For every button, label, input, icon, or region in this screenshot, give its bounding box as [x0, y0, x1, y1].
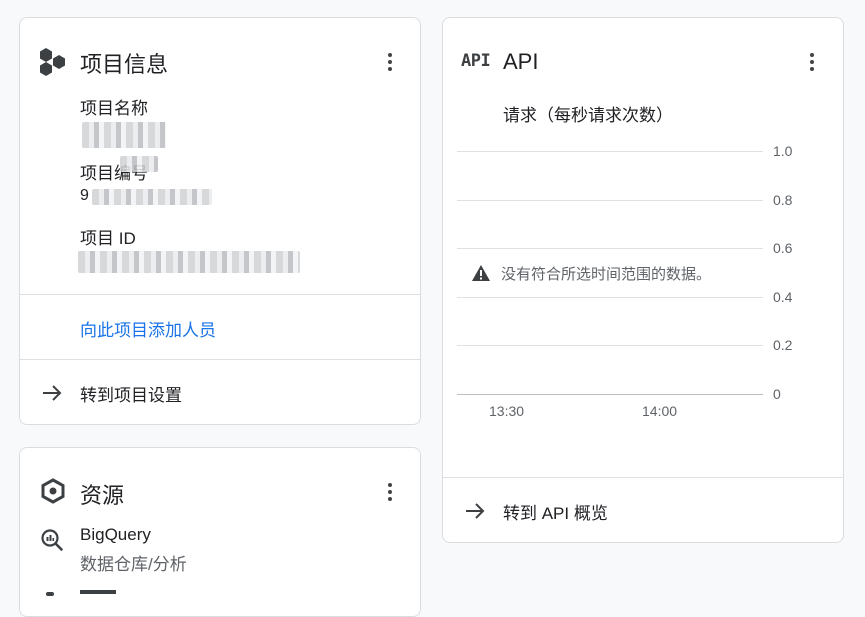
chart-gridline: [457, 248, 763, 249]
project-number-label-smudge: [120, 156, 158, 172]
arrow-right-icon[interactable]: [463, 499, 487, 523]
warning-icon: [472, 265, 490, 281]
resources-title: 资源: [80, 483, 125, 508]
project-id-value-redacted: [78, 251, 300, 273]
add-people-link[interactable]: 向此项目添加人员: [80, 316, 216, 341]
next-resource-partial: [42, 588, 122, 598]
y-tick-label: 0.6: [773, 240, 793, 256]
goto-project-settings-link[interactable]: 转到项目设置: [80, 381, 182, 406]
x-tick-label: 14:00: [642, 403, 678, 419]
resources-card: 资源 BigQuery 数据仓库/分析: [19, 447, 421, 617]
project-name-value-redacted: [82, 122, 166, 148]
project-id-label: 项目 ID: [80, 229, 136, 248]
project-name-label: 项目名称: [80, 99, 148, 118]
y-tick-label: 0: [773, 386, 781, 402]
project-number-value: 9: [80, 187, 89, 204]
no-data-notice: 没有符合所选时间范围的数据。: [465, 261, 720, 285]
api-card-divider: [443, 477, 843, 478]
project-card-divider: [20, 294, 420, 295]
chart-gridline: [457, 345, 763, 346]
chart-gridline: [457, 200, 763, 201]
y-tick-label: 0.4: [773, 289, 793, 305]
project-number-redacted: [92, 189, 212, 205]
hexagon-gear-icon: [41, 478, 65, 504]
bigquery-icon[interactable]: [40, 528, 64, 552]
chart-baseline: [457, 394, 763, 395]
hexagon-cluster-icon: [40, 48, 65, 76]
project-card-divider: [20, 359, 420, 360]
y-tick-label: 0.2: [773, 337, 793, 353]
project-info-title: 项目信息: [80, 52, 169, 77]
x-tick-label: 13:30: [489, 403, 525, 419]
project-card-more-menu-icon[interactable]: [378, 50, 402, 74]
y-tick-label: 0.8: [773, 192, 793, 208]
chart-gridline: [457, 151, 763, 152]
y-tick-label: 1.0: [773, 143, 793, 159]
resource-item-description: 数据仓库/分析: [80, 555, 187, 574]
chart-gridline: [457, 297, 763, 298]
project-info-card: 项目信息 项目名称 项目编号 9 项目 ID 向此项目添加人员 转到项目设置: [19, 17, 421, 425]
api-card: API API 请求（每秒请求次数） 1.0 0.8 0.6 0.4 0.2 0…: [442, 17, 844, 543]
resource-item-name[interactable]: BigQuery: [80, 525, 151, 545]
goto-api-overview-link[interactable]: 转到 API 概览: [503, 499, 608, 524]
requests-chart: 1.0 0.8 0.6 0.4 0.2 0 13:30 14:00 没有符合所选…: [443, 18, 843, 438]
resources-card-more-menu-icon[interactable]: [378, 480, 402, 504]
arrow-right-icon[interactable]: [40, 381, 64, 405]
no-data-message: 没有符合所选时间范围的数据。: [501, 265, 712, 283]
